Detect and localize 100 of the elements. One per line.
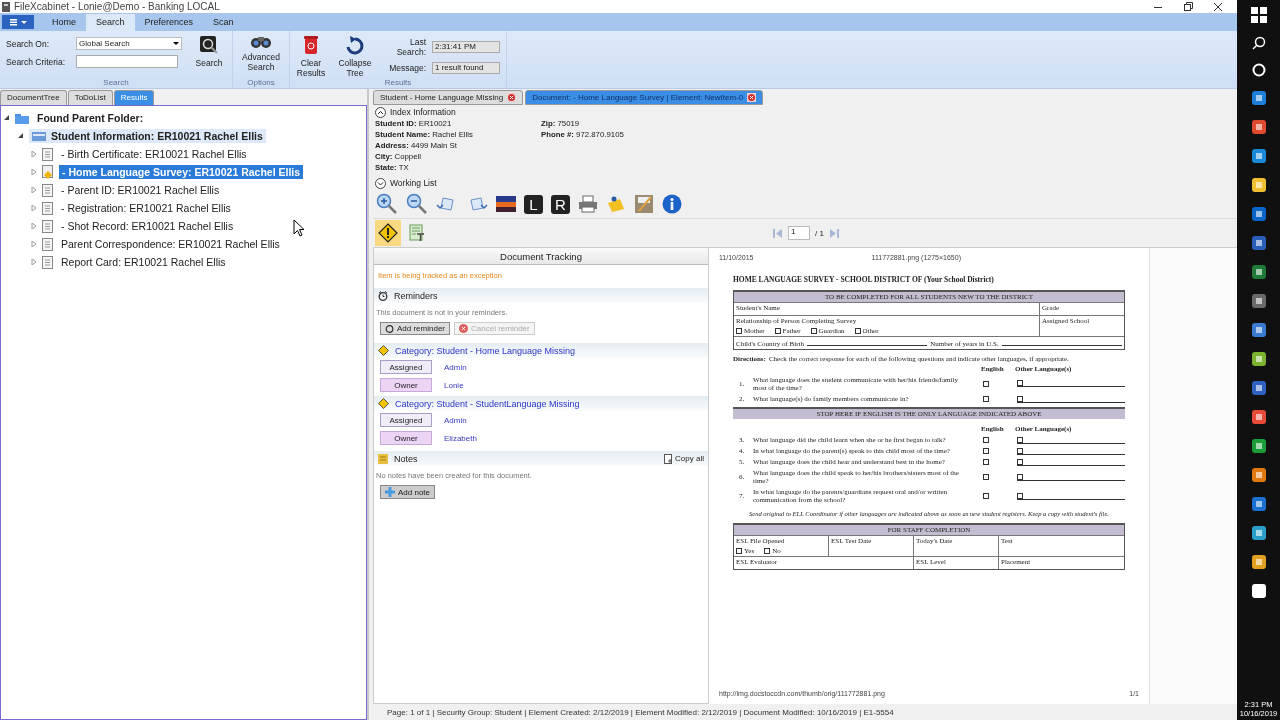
document-tab[interactable]: Student - Home Language Missing <box>373 90 524 105</box>
taskbar-app-icon[interactable] <box>1250 380 1267 396</box>
menu-icon <box>7 17 29 27</box>
taskbar-app-icon[interactable] <box>1250 409 1267 425</box>
add-note-button[interactable]: Add note <box>380 485 436 499</box>
tree-item[interactable]: - Shot Record: ER10021 Rachel Ellis <box>58 219 237 233</box>
note-icon <box>378 453 388 464</box>
taskbar-app-icon[interactable] <box>1250 525 1267 541</box>
taskbar-app-icon[interactable] <box>1250 496 1267 512</box>
add-reminder-button[interactable]: Add reminder <box>380 322 451 335</box>
plus-icon <box>385 487 395 497</box>
group-label: Results <box>383 78 413 87</box>
expander-icon[interactable] <box>18 133 24 139</box>
panel-tab[interactable]: DocumentTree <box>0 90 67 105</box>
copy-icon <box>664 453 674 464</box>
zoom-out-icon[interactable] <box>406 193 428 215</box>
taskbar-app-icon[interactable] <box>1250 351 1267 367</box>
person-name[interactable]: Lonie <box>444 380 464 390</box>
message-field: 1 result found <box>432 62 500 74</box>
search-button[interactable]: Search <box>192 35 226 78</box>
taskbar-app-icon[interactable] <box>1250 322 1267 338</box>
group-label: Search <box>102 78 130 87</box>
page-field[interactable]: 1 <box>788 226 810 240</box>
taskbar-app-icon[interactable] <box>1250 293 1267 309</box>
edit-save-icon[interactable] <box>634 194 654 214</box>
image-icon[interactable] <box>496 196 516 212</box>
folder-icon <box>15 112 29 124</box>
tree-item[interactable]: - Registration: ER10021 Rachel Ellis <box>58 201 234 215</box>
person-name[interactable]: Elizabeth <box>444 433 477 443</box>
tree-item[interactable]: Report Card: ER10021 Rachel Ellis <box>58 255 229 269</box>
role-label: Assigned <box>380 360 432 374</box>
taskbar-app-icon[interactable] <box>1250 235 1267 251</box>
tree-item[interactable]: Parent Correspondence: ER10021 Rachel Ellis <box>58 237 283 251</box>
copy-all-button[interactable]: Copy all <box>664 453 704 464</box>
taskbar-app-icon[interactable] <box>1250 90 1267 106</box>
panel-tab[interactable]: ToDoList <box>67 90 113 105</box>
tree-item[interactable]: - Parent ID: ER10021 Rachel Ellis <box>58 183 223 197</box>
letter-button[interactable]: R <box>551 194 570 214</box>
section-title: Reminders <box>394 290 438 301</box>
ribbon-tab[interactable]: Scan <box>203 14 244 31</box>
warning-icon <box>378 345 389 356</box>
info-icon[interactable] <box>662 194 682 214</box>
tree-item[interactable]: - Home Language Survey: ER10021 Rachel Ellis <box>59 165 304 179</box>
zoom-in-icon[interactable] <box>376 193 398 215</box>
window-title: FileXcabinet - Lonie@Demo - Banking LOCAL <box>14 1 220 12</box>
collapse-tree-button[interactable]: Collapse Tree <box>336 35 374 78</box>
person-name[interactable]: Admin <box>444 415 467 425</box>
panel-header: Document Tracking <box>374 248 708 265</box>
search-on-dropdown[interactable]: Global Search <box>76 37 182 50</box>
taskbar-app-icon[interactable] <box>1250 554 1267 570</box>
section-title: Notes <box>394 453 418 464</box>
document-text-icon[interactable] <box>409 224 425 242</box>
app-menu-button[interactable] <box>2 15 34 29</box>
circle-icon[interactable] <box>1251 63 1266 77</box>
section-title[interactable]: Working List <box>390 178 437 188</box>
circular-arrow-icon <box>344 35 366 55</box>
tree-item[interactable]: - Birth Certificate: ER10021 Rachel Ellis <box>58 147 250 161</box>
role-label: Owner <box>380 378 432 392</box>
search-icon <box>199 35 219 55</box>
binoculars-icon <box>250 35 272 49</box>
document-tab[interactable]: Document: - Home Language Survey | Element: NewItem-0 <box>525 90 764 105</box>
message-label: Message: <box>388 63 426 73</box>
close-icon[interactable] <box>1213 1 1223 12</box>
expand-icon[interactable] <box>375 177 386 189</box>
ribbon-tab[interactable]: Preferences <box>134 14 204 31</box>
exception-button[interactable] <box>375 220 401 246</box>
annotation-icon[interactable] <box>606 195 626 213</box>
start-icon[interactable] <box>1250 7 1267 23</box>
expander-icon[interactable] <box>4 115 10 121</box>
page-total: / 1 <box>815 228 824 238</box>
trash-can-icon <box>304 35 318 55</box>
section-title[interactable]: Index Information <box>390 107 456 117</box>
taskbar-app-icon[interactable] <box>1250 206 1267 222</box>
mouse-cursor-icon <box>293 219 305 237</box>
collapse-icon[interactable] <box>375 106 386 118</box>
person-name[interactable]: Admin <box>444 362 467 372</box>
taskbar-app-icon[interactable] <box>1250 119 1267 135</box>
taskbar-app-icon[interactable] <box>1250 264 1267 280</box>
last-search-label: Last Search: <box>395 37 426 57</box>
search-icon[interactable] <box>1251 36 1266 50</box>
group-label: Options <box>246 78 276 87</box>
tree-item[interactable]: Student Information: ER10021 Rachel Ellis <box>29 129 266 143</box>
taskbar-app-icon[interactable] <box>1250 467 1267 483</box>
search-criteria-field[interactable] <box>76 55 178 68</box>
letter-button[interactable]: L <box>524 194 543 214</box>
clear-results-button[interactable]: Clear Results <box>296 35 326 78</box>
taskbar-app-icon[interactable] <box>1250 438 1267 454</box>
taskbar-app-icon[interactable] <box>1250 148 1267 164</box>
tree-item[interactable]: Found Parent Folder: <box>34 111 147 125</box>
drawer-icon <box>32 130 46 142</box>
warning-icon <box>378 398 389 409</box>
search-on-label: Search On: <box>6 38 50 49</box>
taskbar-app-icon[interactable] <box>1250 177 1267 193</box>
cancel-icon <box>459 324 469 333</box>
advanced-search-button[interactable]: Advanced Search <box>239 35 283 78</box>
ribbon-tab[interactable]: Search <box>86 14 135 31</box>
restore-icon[interactable] <box>1183 1 1193 12</box>
taskbar-app-icon[interactable] <box>1250 583 1267 599</box>
ribbon-tab[interactable]: Home <box>42 14 86 31</box>
printer-icon[interactable] <box>578 195 598 213</box>
